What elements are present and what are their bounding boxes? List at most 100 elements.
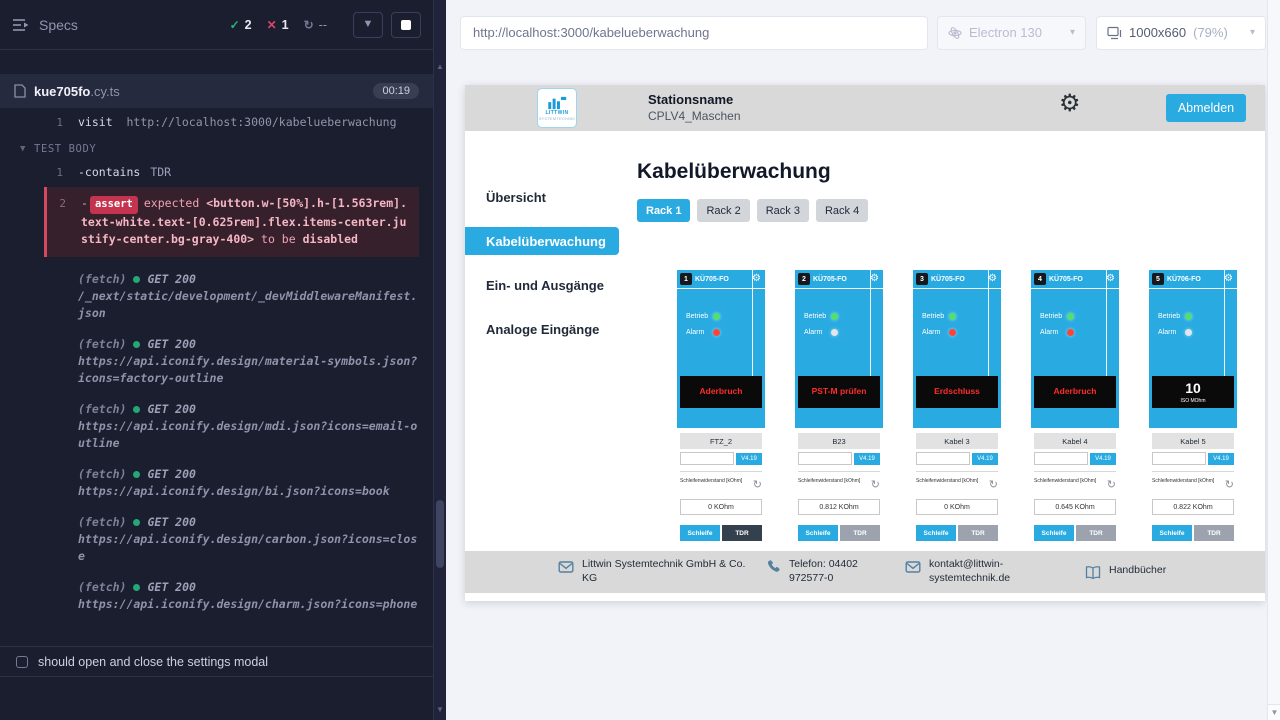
refresh-icon[interactable]: ↻ [753, 480, 762, 491]
input-field[interactable] [916, 452, 970, 465]
refresh-icon[interactable]: ↻ [1225, 480, 1234, 491]
success-dot-icon [133, 519, 140, 526]
test-body-header[interactable]: ▼ TEST BODY [20, 141, 433, 158]
fetch-url: https://api.iconify.design/bi.json?icons… [78, 483, 419, 500]
card-gear-icon[interactable]: ⚙ [988, 274, 997, 284]
logout-button[interactable]: Abmelden [1166, 94, 1246, 122]
card-gear-icon[interactable]: ⚙ [752, 274, 761, 284]
fetch-url: https://api.iconify.design/carbon.json?i… [78, 531, 419, 565]
app-nav: Übersicht Kabelüberwachung Ein- und Ausg… [465, 131, 619, 601]
input-field[interactable] [1152, 452, 1206, 465]
resistance-value: 0.645 KOhm [1034, 499, 1116, 515]
cable-name: FTZ_2 [680, 433, 762, 449]
card-lower: Kabel 3 V4.19 Schleifenwiderstand [kOhm]… [913, 428, 1001, 570]
card-gear-icon[interactable]: ⚙ [870, 274, 879, 284]
tdr-button[interactable]: TDR [1076, 525, 1116, 541]
fetch-log-row[interactable]: (fetch)GET 200 /_next/static/development… [78, 271, 419, 322]
scroll-up-arrow[interactable]: ▲ [434, 62, 446, 71]
footer-manuals-link[interactable]: Handbücher [1085, 564, 1166, 581]
collapsed-test-row[interactable]: should open and close the settings modal [0, 646, 433, 677]
settings-gear-icon[interactable]: ⚙ [1059, 92, 1081, 116]
input-field[interactable] [680, 452, 734, 465]
schleife-button[interactable]: Schleife [1152, 525, 1192, 541]
assert-message: -assertexpected <button.w-[50%].h-[1.563… [81, 195, 411, 248]
refresh-icon[interactable]: ↻ [1107, 480, 1116, 491]
scroll-down-arrow[interactable]: ▼ [1268, 704, 1280, 720]
refresh-icon[interactable]: ↻ [989, 480, 998, 491]
fetch-log-row[interactable]: (fetch)GET 200 https://api.iconify.desig… [78, 579, 419, 613]
tdr-button[interactable]: TDR [722, 525, 762, 541]
cypress-runner-panel: Specs ✓2 ✕1 ↻-- ▼ kue705fo .cy.ts 00:19 … [0, 0, 433, 720]
command-visit[interactable]: 1 visit http://localhost:3000/kabelueber… [0, 114, 433, 131]
card-gear-icon[interactable]: ⚙ [1224, 274, 1233, 284]
refresh-icon[interactable]: ↻ [871, 480, 880, 491]
success-dot-icon [133, 406, 140, 413]
tdr-button[interactable]: TDR [840, 525, 880, 541]
runner-scrollbar-thumb[interactable] [436, 500, 444, 568]
command-contains[interactable]: 1 -containsTDR [0, 164, 433, 181]
tab-rack-3[interactable]: Rack 3 [757, 199, 809, 222]
cable-name: B23 [798, 433, 880, 449]
screen: Specs ✓2 ✕1 ↻-- ▼ kue705fo .cy.ts 00:19 … [0, 0, 1280, 720]
version-badge: V4.19 [1090, 453, 1116, 465]
scroll-down-arrow[interactable]: ▼ [434, 705, 446, 714]
electron-icon [948, 26, 962, 40]
fetch-log-row[interactable]: (fetch)GET 200 https://api.iconify.desig… [78, 401, 419, 452]
footer-phone: Telefon: 04402 972577-0 [765, 558, 881, 585]
schleife-button[interactable]: Schleife [798, 525, 838, 541]
betrieb-led [1185, 313, 1192, 320]
fetch-log-row[interactable]: (fetch)GET 200 https://api.iconify.desig… [78, 466, 419, 500]
station-info: Stationsname CPLV4_Maschen [648, 92, 741, 123]
nav-item-kabelueberwachung[interactable]: Kabelüberwachung [465, 227, 619, 255]
tdr-button[interactable]: TDR [958, 525, 998, 541]
fetch-log-row[interactable]: (fetch)GET 200 https://api.iconify.desig… [78, 514, 419, 565]
chevron-down-icon: ▼ [363, 19, 374, 30]
schleife-button[interactable]: Schleife [916, 525, 956, 541]
fetch-log-row[interactable]: (fetch)GET 200 https://api.iconify.desig… [78, 336, 419, 387]
pending-icon: ↻ [304, 18, 314, 32]
failed-assert-row[interactable]: 2 -assertexpected <button.w-[50%].h-[1.5… [44, 187, 419, 257]
success-dot-icon [133, 471, 140, 478]
tab-rack-1[interactable]: Rack 1 [637, 199, 690, 222]
input-field[interactable] [798, 452, 852, 465]
schleife-button[interactable]: Schleife [1034, 525, 1074, 541]
browser-select[interactable]: Electron 130 ▾ [937, 16, 1086, 50]
nav-item-uebersicht[interactable]: Übersicht [465, 183, 619, 211]
resistance-value: 0 KOhm [916, 499, 998, 515]
collapse-button[interactable]: ▼ [353, 12, 383, 38]
spec-timer: 00:19 [373, 83, 419, 99]
viewport-icon [1107, 26, 1122, 40]
input-field[interactable] [1034, 452, 1088, 465]
nav-item-ein-und-ausgaenge[interactable]: Ein- und Ausgänge [465, 271, 619, 299]
page-scrollbar: ▼ [1267, 0, 1280, 720]
visit-command: visit [78, 115, 113, 129]
stop-button[interactable] [391, 12, 421, 38]
card-gear-icon[interactable]: ⚙ [1106, 274, 1115, 284]
tab-rack-2[interactable]: Rack 2 [697, 199, 749, 222]
alarm-led [949, 329, 956, 336]
phone-icon [765, 559, 781, 575]
device-card: 4KÜ705-FO⚙ Betrieb Alarm Aderbruch Kabel… [1031, 270, 1119, 570]
chevron-down-icon: ▼ [20, 141, 26, 158]
status-display: Aderbruch [680, 376, 762, 408]
nav-item-analoge-eingaenge[interactable]: Analoge Eingänge [465, 315, 619, 343]
cable-name: Kabel 3 [916, 433, 998, 449]
fetch-url: https://api.iconify.design/mdi.json?icon… [78, 418, 419, 452]
card-lower: B23 V4.19 Schleifenwiderstand [kOhm]↻ 0.… [795, 428, 883, 570]
schleife-button[interactable]: Schleife [680, 525, 720, 541]
failed-icon: ✕ [267, 18, 277, 32]
footer-email: kontakt@littwin-systemtechnik.de [905, 558, 1029, 585]
spec-file-row[interactable]: kue705fo .cy.ts 00:19 [0, 74, 433, 108]
version-badge: V4.19 [972, 453, 998, 465]
spec-name: kue705fo [34, 84, 90, 99]
contains-arg: TDR [150, 165, 171, 179]
fetch-url: https://api.iconify.design/charm.json?ic… [78, 596, 419, 613]
version-badge: V4.19 [736, 453, 762, 465]
tdr-button[interactable]: TDR [1194, 525, 1234, 541]
fetch-url: https://api.iconify.design/material-symb… [78, 353, 419, 387]
url-input[interactable] [460, 16, 928, 50]
stat-failed: ✕1 [267, 18, 289, 32]
tab-rack-4[interactable]: Rack 4 [816, 199, 868, 222]
viewport-select[interactable]: 1000x660 (79%) ▾ [1096, 16, 1266, 50]
app-footer: Littwin Systemtechnik GmbH & Co. KG Tele… [465, 551, 1265, 593]
